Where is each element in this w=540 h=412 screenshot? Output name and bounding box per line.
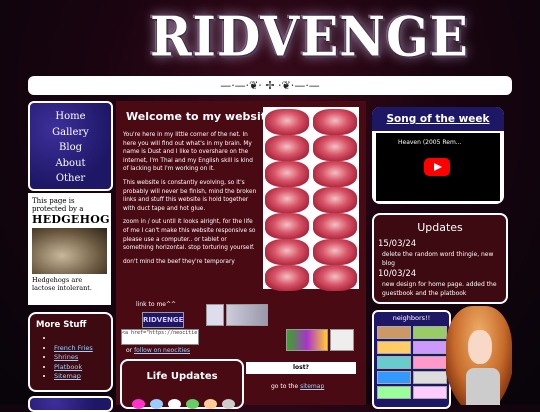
follow-neocities-link[interactable]: follow on neocities <box>134 347 190 354</box>
update-date: 15/03/24 <box>378 239 417 249</box>
follow-line: or follow on neocities <box>126 347 190 354</box>
follow-prefix: or <box>126 347 133 354</box>
steak-gallery <box>263 107 359 291</box>
welcome-paragraph: zoom in / out until it looks alright, fo… <box>123 219 256 252</box>
blinkie-image <box>206 304 224 326</box>
hedgehog-caption: This page is protected by a <box>32 197 84 213</box>
steak-image <box>313 213 357 239</box>
nav-gallery[interactable]: Gallery <box>30 125 111 141</box>
plush-image <box>150 399 163 409</box>
neighbors-title: neighbors!! <box>392 314 431 322</box>
hedgehog-image <box>32 228 107 274</box>
list-item <box>54 334 111 344</box>
divider-ornament: —·—⋅❦⋅ ✢ ⋅❦⋅—·— <box>220 79 320 92</box>
steak-image <box>313 265 357 291</box>
steak-image <box>265 109 309 135</box>
welcome-title: Welcome to my website!! <box>126 110 284 123</box>
code-textbox[interactable]: <a href="https://neocitie <box>121 329 199 345</box>
nav-other[interactable]: Other <box>30 171 111 187</box>
song-of-week-panel: Song of the week Heaven (2005 Rem... <box>372 107 504 204</box>
hedgehog-note: Hedgehogs are lactose intolerant. <box>32 276 92 292</box>
song-title-link[interactable]: Song of the week <box>386 113 489 125</box>
link-shrines[interactable]: Shrines <box>54 353 78 361</box>
more-stuff-panel: More Stuff French Fries Shrines Platbook… <box>28 312 113 392</box>
logo-text: RIDVENGE <box>150 4 469 69</box>
welcome-paragraph: This website is constantly evolving, so … <box>123 179 257 212</box>
character-face <box>468 330 492 364</box>
steak-image <box>313 187 357 213</box>
goto-prefix: go to the <box>271 383 299 390</box>
sitemap-link[interactable]: sitemap <box>300 383 324 390</box>
plush-image <box>222 399 235 409</box>
stamp-image <box>226 304 268 326</box>
list-item: French Fries <box>54 344 111 354</box>
welcome-paragraph: don't mind the beef they're temporary <box>123 258 235 265</box>
neighbor-button[interactable] <box>413 341 447 354</box>
goto-line: go to the sitemap <box>271 383 324 390</box>
video-title: Heaven (2005 Rem... <box>398 139 462 146</box>
site-button[interactable]: RIDVENGE <box>142 312 184 328</box>
list-item: Sitemap <box>54 372 111 382</box>
link-french-fries[interactable]: French Fries <box>54 344 93 352</box>
steak-image <box>265 213 309 239</box>
list-item: Shrines <box>54 353 111 363</box>
neighbor-button[interactable] <box>377 386 411 399</box>
update-text: delete the random word thingie, new blog <box>382 251 494 267</box>
stamp-image <box>286 329 328 351</box>
updates-panel: Updates 15/03/24 delete the random word … <box>372 213 508 304</box>
steak-image <box>313 109 357 135</box>
update-date: 10/03/24 <box>378 269 417 279</box>
neighbor-button[interactable] <box>413 326 447 339</box>
updates-title: Updates <box>417 221 463 234</box>
nav-about[interactable]: About <box>30 156 111 172</box>
plush-image <box>204 399 217 409</box>
character-shirt <box>466 368 500 405</box>
more-stuff-title: More Stuff <box>36 320 87 330</box>
hedgehog-widget: This page is protected by a HEDGEHOG Hed… <box>28 193 111 305</box>
plush-image <box>168 399 181 409</box>
update-text: new design for home page. added the gues… <box>382 281 497 297</box>
neighbor-button[interactable] <box>413 386 447 399</box>
plush-image <box>186 399 199 409</box>
hedgehog-title: HEDGEHOG <box>32 213 110 226</box>
welcome-panel: Welcome to my website!! You're here in m… <box>116 101 366 409</box>
link-to-me-label: link to me^^ <box>136 301 177 308</box>
steak-image <box>313 135 357 161</box>
welcome-paragraph: You're here in my little corner of the n… <box>123 132 253 173</box>
nav-blog[interactable]: Blog <box>30 140 111 156</box>
life-updates-title: Life Updates <box>146 371 218 382</box>
neighbor-button[interactable] <box>377 356 411 369</box>
play-icon[interactable] <box>424 158 450 176</box>
divider-bar: —·—⋅❦⋅ ✢ ⋅❦⋅—·— <box>28 76 512 95</box>
steak-image <box>265 161 309 187</box>
steak-image <box>313 239 357 265</box>
neighbors-panel: neighbors!! <box>372 310 451 409</box>
life-updates-panel: Life Updates <box>120 359 244 409</box>
stamp-image <box>330 329 354 351</box>
youtube-embed[interactable]: Heaven (2005 Rem... <box>376 133 500 201</box>
list-item: Platbook <box>54 363 111 373</box>
lost-label: lost? <box>246 362 356 374</box>
steak-image <box>265 239 309 265</box>
steak-image <box>265 265 309 291</box>
steak-image <box>265 187 309 213</box>
nav-home[interactable]: Home <box>30 109 111 125</box>
neighbor-button[interactable] <box>413 356 447 369</box>
character-decoration <box>446 300 520 405</box>
song-header: Song of the week <box>372 107 504 131</box>
nav-panel: Home Gallery Blog About Other <box>28 101 113 191</box>
neighbor-button[interactable] <box>377 326 411 339</box>
neighbor-button[interactable] <box>377 341 411 354</box>
neighbor-button[interactable] <box>377 371 411 384</box>
link-sitemap[interactable]: Sitemap <box>54 372 81 380</box>
link-platbook[interactable]: Platbook <box>54 363 82 371</box>
bottom-left-panel <box>28 396 113 412</box>
steak-image <box>313 161 357 187</box>
site-logo: RIDVENGE <box>150 4 469 69</box>
welcome-text: You're here in my little corner of the n… <box>123 131 259 271</box>
neighbor-button[interactable] <box>413 371 447 384</box>
steak-image <box>265 135 309 161</box>
plush-image <box>132 399 145 409</box>
